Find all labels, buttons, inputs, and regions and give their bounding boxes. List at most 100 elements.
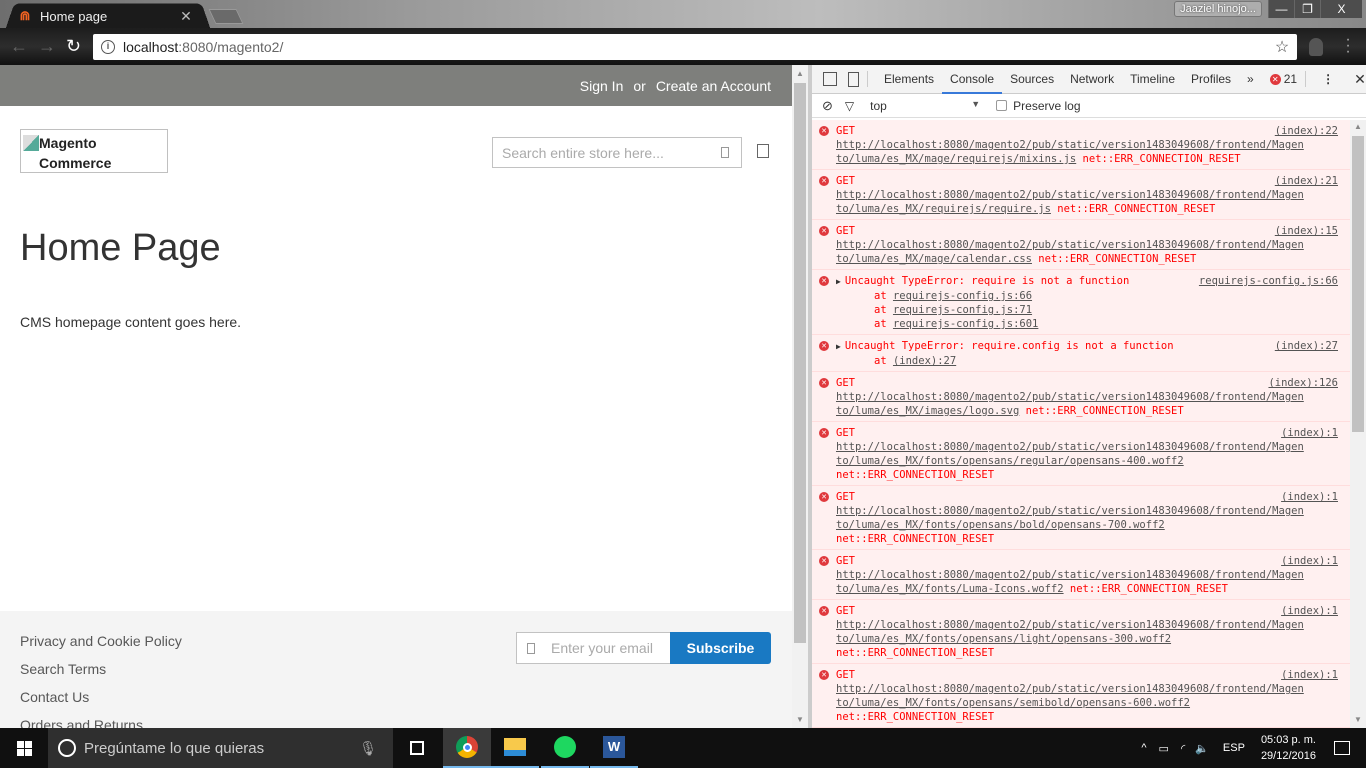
close-window-button[interactable]: X bbox=[1320, 0, 1362, 18]
resource-url-cont[interactable]: to/luma/es_MX/fonts/opensans/bold/opensa… bbox=[836, 519, 1165, 531]
footer-link-orders[interactable]: Orders and Returns bbox=[20, 717, 143, 728]
resource-url[interactable]: http://localhost:8080/magento2/pub/stati… bbox=[836, 505, 1304, 517]
start-button[interactable] bbox=[0, 728, 48, 768]
resource-url[interactable]: http://localhost:8080/magento2/pub/stati… bbox=[836, 189, 1304, 201]
source-link[interactable]: (index):1 bbox=[1281, 668, 1338, 682]
stack-link[interactable]: requirejs-config.js:71 bbox=[893, 304, 1032, 316]
expand-triangle-icon[interactable]: ▶ bbox=[836, 342, 841, 351]
devtools-menu-icon[interactable]: ⋮ bbox=[1322, 72, 1334, 86]
create-account-link[interactable]: Create an Account bbox=[656, 78, 771, 94]
newsletter-email-input[interactable]: Enter your email a bbox=[516, 632, 671, 664]
tab-network[interactable]: Network bbox=[1062, 65, 1122, 94]
taskbar-chrome[interactable] bbox=[443, 728, 491, 768]
console-scrollbar-thumb[interactable] bbox=[1352, 136, 1364, 432]
info-icon[interactable]: i bbox=[101, 40, 115, 54]
error-count-badge[interactable]: ✕ 21 bbox=[1269, 72, 1297, 86]
minimize-button[interactable]: — bbox=[1268, 0, 1294, 18]
profile-button[interactable]: Jaaziel hinojo... bbox=[1174, 1, 1262, 17]
cortana-search-box[interactable]: Pregúntame lo que quieras 🎙 bbox=[48, 728, 393, 768]
footer-link-contact[interactable]: Contact Us bbox=[20, 689, 89, 705]
resource-url-cont[interactable]: to/luma/es_MX/fonts/Luma-Icons.woff2 bbox=[836, 583, 1064, 595]
browser-tab[interactable]: ⋒ Home page ✕ bbox=[18, 5, 204, 27]
expand-triangle-icon[interactable]: ▶ bbox=[836, 277, 841, 286]
stack-link[interactable]: requirejs-config.js:66 bbox=[893, 290, 1032, 302]
resource-url-cont[interactable]: to/luma/es_MX/images/logo.svg bbox=[836, 405, 1019, 417]
resource-url-cont[interactable]: to/luma/es_MX/fonts/opensans/light/opens… bbox=[836, 633, 1171, 645]
show-hidden-icons[interactable]: ^ bbox=[1141, 742, 1146, 754]
volume-icon[interactable]: 🔈 bbox=[1195, 742, 1209, 755]
resource-url-cont[interactable]: to/luma/es_MX/fonts/opensans/regular/ope… bbox=[836, 455, 1184, 467]
task-view-button[interactable] bbox=[393, 728, 441, 768]
action-center-icon[interactable] bbox=[1334, 741, 1350, 755]
page-scrollbar-thumb[interactable] bbox=[794, 83, 806, 643]
address-bar[interactable]: i localhost:8080/magento2/ ☆ bbox=[93, 34, 1297, 60]
source-link[interactable]: (index):22 bbox=[1275, 124, 1338, 138]
bookmark-star-icon[interactable]: ☆ bbox=[1271, 37, 1293, 57]
stack-link[interactable]: (index):27 bbox=[893, 355, 956, 367]
source-link[interactable]: (index):21 bbox=[1275, 174, 1338, 188]
resource-url[interactable]: http://localhost:8080/magento2/pub/stati… bbox=[836, 391, 1304, 403]
sign-in-link[interactable]: Sign In bbox=[580, 78, 624, 94]
devtools-close-icon[interactable]: ✕ bbox=[1354, 71, 1366, 88]
scroll-down-icon[interactable]: ▼ bbox=[1350, 715, 1366, 724]
resource-url[interactable]: http://localhost:8080/magento2/pub/stati… bbox=[836, 239, 1304, 251]
tab-sources[interactable]: Sources bbox=[1002, 65, 1062, 94]
taskbar-spotify[interactable] bbox=[541, 728, 589, 768]
source-link[interactable]: (index):27 bbox=[1275, 339, 1338, 353]
forward-icon[interactable]: → bbox=[38, 36, 56, 56]
taskbar-file-explorer[interactable] bbox=[491, 728, 539, 768]
more-tabs-icon[interactable]: » bbox=[1239, 65, 1262, 94]
source-link[interactable]: (index):1 bbox=[1281, 490, 1338, 504]
clear-console-icon[interactable]: ⊘ bbox=[822, 98, 833, 114]
console-scrollbar[interactable]: ▲ ▼ bbox=[1350, 120, 1366, 728]
preserve-log-checkbox[interactable]: Preserve log bbox=[996, 99, 1081, 113]
tab-console[interactable]: Console bbox=[942, 65, 1003, 94]
chrome-menu-icon[interactable]: · · · bbox=[1345, 32, 1351, 60]
scroll-up-icon[interactable]: ▲ bbox=[1350, 122, 1366, 131]
page-scrollbar[interactable]: ▲ ▼ bbox=[792, 65, 808, 728]
tab-close-icon[interactable]: ✕ bbox=[178, 8, 194, 25]
tab-timeline[interactable]: Timeline bbox=[1122, 65, 1183, 94]
resource-url-cont[interactable]: to/luma/es_MX/mage/requirejs/mixins.js bbox=[836, 153, 1076, 165]
battery-icon[interactable]: ▭ bbox=[1159, 742, 1169, 755]
source-link[interactable]: (index):1 bbox=[1281, 426, 1338, 440]
store-logo[interactable]: Magento Commerce bbox=[20, 129, 168, 173]
wifi-icon[interactable]: ◜ bbox=[1181, 742, 1185, 755]
extension-icon[interactable] bbox=[1309, 38, 1323, 56]
device-toolbar-icon[interactable] bbox=[848, 71, 859, 87]
scroll-down-icon[interactable]: ▼ bbox=[792, 715, 808, 724]
footer-link-privacy[interactable]: Privacy and Cookie Policy bbox=[20, 633, 182, 649]
resource-url-cont[interactable]: to/luma/es_MX/fonts/opensans/semibold/op… bbox=[836, 697, 1190, 709]
source-link[interactable]: (index):15 bbox=[1275, 224, 1338, 238]
url-text[interactable]: localhost:8080/magento2/ bbox=[123, 39, 1271, 55]
search-icon[interactable] bbox=[721, 147, 729, 158]
source-link[interactable]: (index):1 bbox=[1281, 604, 1338, 618]
checkbox-icon[interactable] bbox=[996, 100, 1008, 111]
source-link[interactable]: requirejs-config.js:66 bbox=[1199, 274, 1338, 288]
clock[interactable]: 05:03 p. m. 29/12/2016 bbox=[1261, 732, 1316, 764]
language-indicator[interactable]: ESP bbox=[1223, 742, 1245, 754]
tab-profiles[interactable]: Profiles bbox=[1183, 65, 1239, 94]
resource-url[interactable]: http://localhost:8080/magento2/pub/stati… bbox=[836, 139, 1304, 151]
tab-elements[interactable]: Elements bbox=[876, 65, 942, 94]
restore-button[interactable]: ❐ bbox=[1294, 0, 1320, 18]
minicart-icon[interactable] bbox=[757, 144, 769, 158]
resource-url[interactable]: http://localhost:8080/magento2/pub/stati… bbox=[836, 441, 1304, 453]
resource-url-cont[interactable]: to/luma/es_MX/mage/calendar.css bbox=[836, 253, 1032, 265]
inspect-element-icon[interactable] bbox=[823, 72, 837, 86]
microphone-icon[interactable]: 🎙 bbox=[359, 740, 377, 757]
subscribe-button[interactable]: Subscribe bbox=[670, 632, 771, 664]
filter-icon[interactable]: ▽ bbox=[845, 99, 854, 113]
resource-url[interactable]: http://localhost:8080/magento2/pub/stati… bbox=[836, 683, 1304, 695]
stack-link[interactable]: requirejs-config.js:601 bbox=[893, 318, 1038, 330]
resource-url[interactable]: http://localhost:8080/magento2/pub/stati… bbox=[836, 619, 1304, 631]
resource-url[interactable]: http://localhost:8080/magento2/pub/stati… bbox=[836, 569, 1304, 581]
reload-icon[interactable]: ↻ bbox=[66, 36, 81, 56]
back-icon[interactable]: ← bbox=[10, 36, 28, 56]
taskbar-word[interactable]: W bbox=[590, 728, 638, 768]
context-selector[interactable]: top ▼ bbox=[870, 99, 980, 113]
source-link[interactable]: (index):126 bbox=[1268, 376, 1338, 390]
scroll-up-icon[interactable]: ▲ bbox=[792, 69, 808, 78]
footer-link-search-terms[interactable]: Search Terms bbox=[20, 661, 106, 677]
source-link[interactable]: (index):1 bbox=[1281, 554, 1338, 568]
